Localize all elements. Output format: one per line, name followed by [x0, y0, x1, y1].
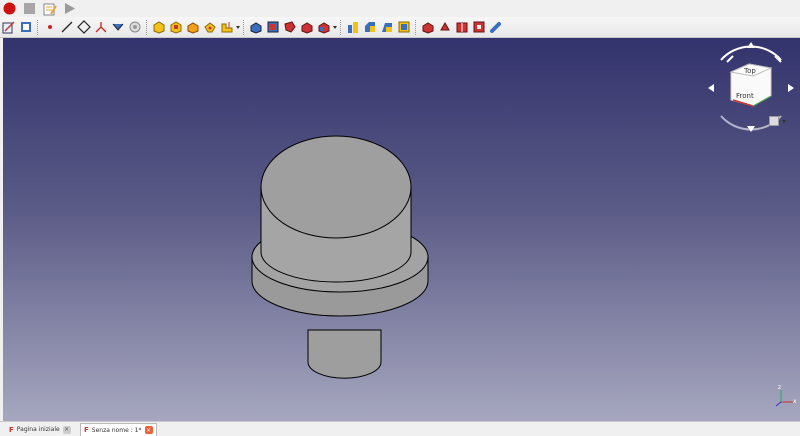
nav-cube-front-face[interactable]: Front	[736, 92, 754, 100]
nav-up-arrow-icon[interactable]	[747, 42, 755, 48]
boolean-icon[interactable]	[488, 20, 503, 35]
sweep-icon[interactable]	[219, 20, 234, 35]
tab-label: Senza nome : 1*	[91, 426, 142, 434]
trim-icon[interactable]	[127, 20, 142, 35]
navigation-cube[interactable]: Top Front	[703, 40, 799, 136]
execute-macro-icon[interactable]	[62, 1, 77, 16]
toolbar-separator	[340, 19, 341, 35]
polar-pattern-icon[interactable]	[454, 20, 469, 35]
pad-icon[interactable]	[168, 20, 183, 35]
loft-icon[interactable]	[202, 20, 217, 35]
revolve-icon[interactable]	[185, 20, 200, 35]
nav-cube-menu-icon[interactable]	[769, 116, 779, 126]
tab-document[interactable]: F Senza nome : 1* ×	[80, 423, 157, 436]
toolbar-separator	[243, 19, 244, 35]
line-icon[interactable]	[59, 20, 74, 35]
sketch-icon[interactable]	[1, 20, 16, 35]
multi-transform-icon[interactable]	[471, 20, 486, 35]
groove-icon[interactable]	[282, 20, 297, 35]
nav-cube-menu-caret[interactable]	[781, 114, 786, 129]
mirrored-icon[interactable]	[420, 20, 435, 35]
toolbar-separator	[415, 19, 416, 35]
draft-icon[interactable]	[379, 20, 394, 35]
constraint-icon[interactable]	[110, 20, 125, 35]
additive-solid-icon[interactable]	[151, 20, 166, 35]
record-macro-icon[interactable]	[2, 1, 17, 16]
part-model[interactable]	[3, 38, 800, 421]
axis-indicator: x z	[773, 384, 799, 408]
tab-close-icon[interactable]: ×	[144, 426, 153, 434]
freecad-logo-icon: F	[84, 426, 89, 434]
axis-x-label: x	[793, 398, 797, 405]
3d-viewport[interactable]: Top Front x z	[3, 38, 800, 421]
hole-icon[interactable]	[265, 20, 280, 35]
chamfer-icon[interactable]	[362, 20, 377, 35]
toolbar-separator	[146, 19, 147, 35]
toolbar-separator	[37, 19, 38, 35]
polyline-icon[interactable]	[76, 20, 91, 35]
tab-label: Pagina iniziale	[16, 426, 60, 433]
additive-dropdown-caret[interactable]	[235, 20, 240, 35]
macro-toolbar	[0, 0, 800, 17]
sketch-view-icon[interactable]	[18, 20, 33, 35]
nav-cube-top-face[interactable]: Top	[744, 67, 756, 75]
nav-left-arrow-icon[interactable]	[708, 84, 714, 92]
stop-macro-icon[interactable]	[22, 1, 37, 16]
subtractive-loft-icon[interactable]	[299, 20, 314, 35]
point-icon[interactable]	[42, 20, 57, 35]
fillet-feature-icon[interactable]	[345, 20, 360, 35]
tab-close-icon[interactable]: ×	[62, 425, 71, 434]
subtractive-sweep-icon[interactable]	[316, 20, 331, 35]
axis-z-label: z	[778, 384, 782, 391]
macro-editor-icon[interactable]	[42, 1, 57, 16]
nav-right-arrow-icon[interactable]	[788, 84, 794, 92]
freecad-logo-icon: F	[9, 425, 14, 434]
subtractive-dropdown-caret[interactable]	[332, 20, 337, 35]
linear-pattern-icon[interactable]	[437, 20, 452, 35]
document-tab-bar: F Pagina iniziale × F Senza nome : 1* ×	[0, 421, 800, 436]
pocket-icon[interactable]	[248, 20, 263, 35]
fillet-icon[interactable]	[93, 20, 108, 35]
thickness-icon[interactable]	[396, 20, 411, 35]
tab-start-page[interactable]: F Pagina iniziale ×	[6, 423, 74, 436]
main-toolbar	[0, 17, 800, 38]
